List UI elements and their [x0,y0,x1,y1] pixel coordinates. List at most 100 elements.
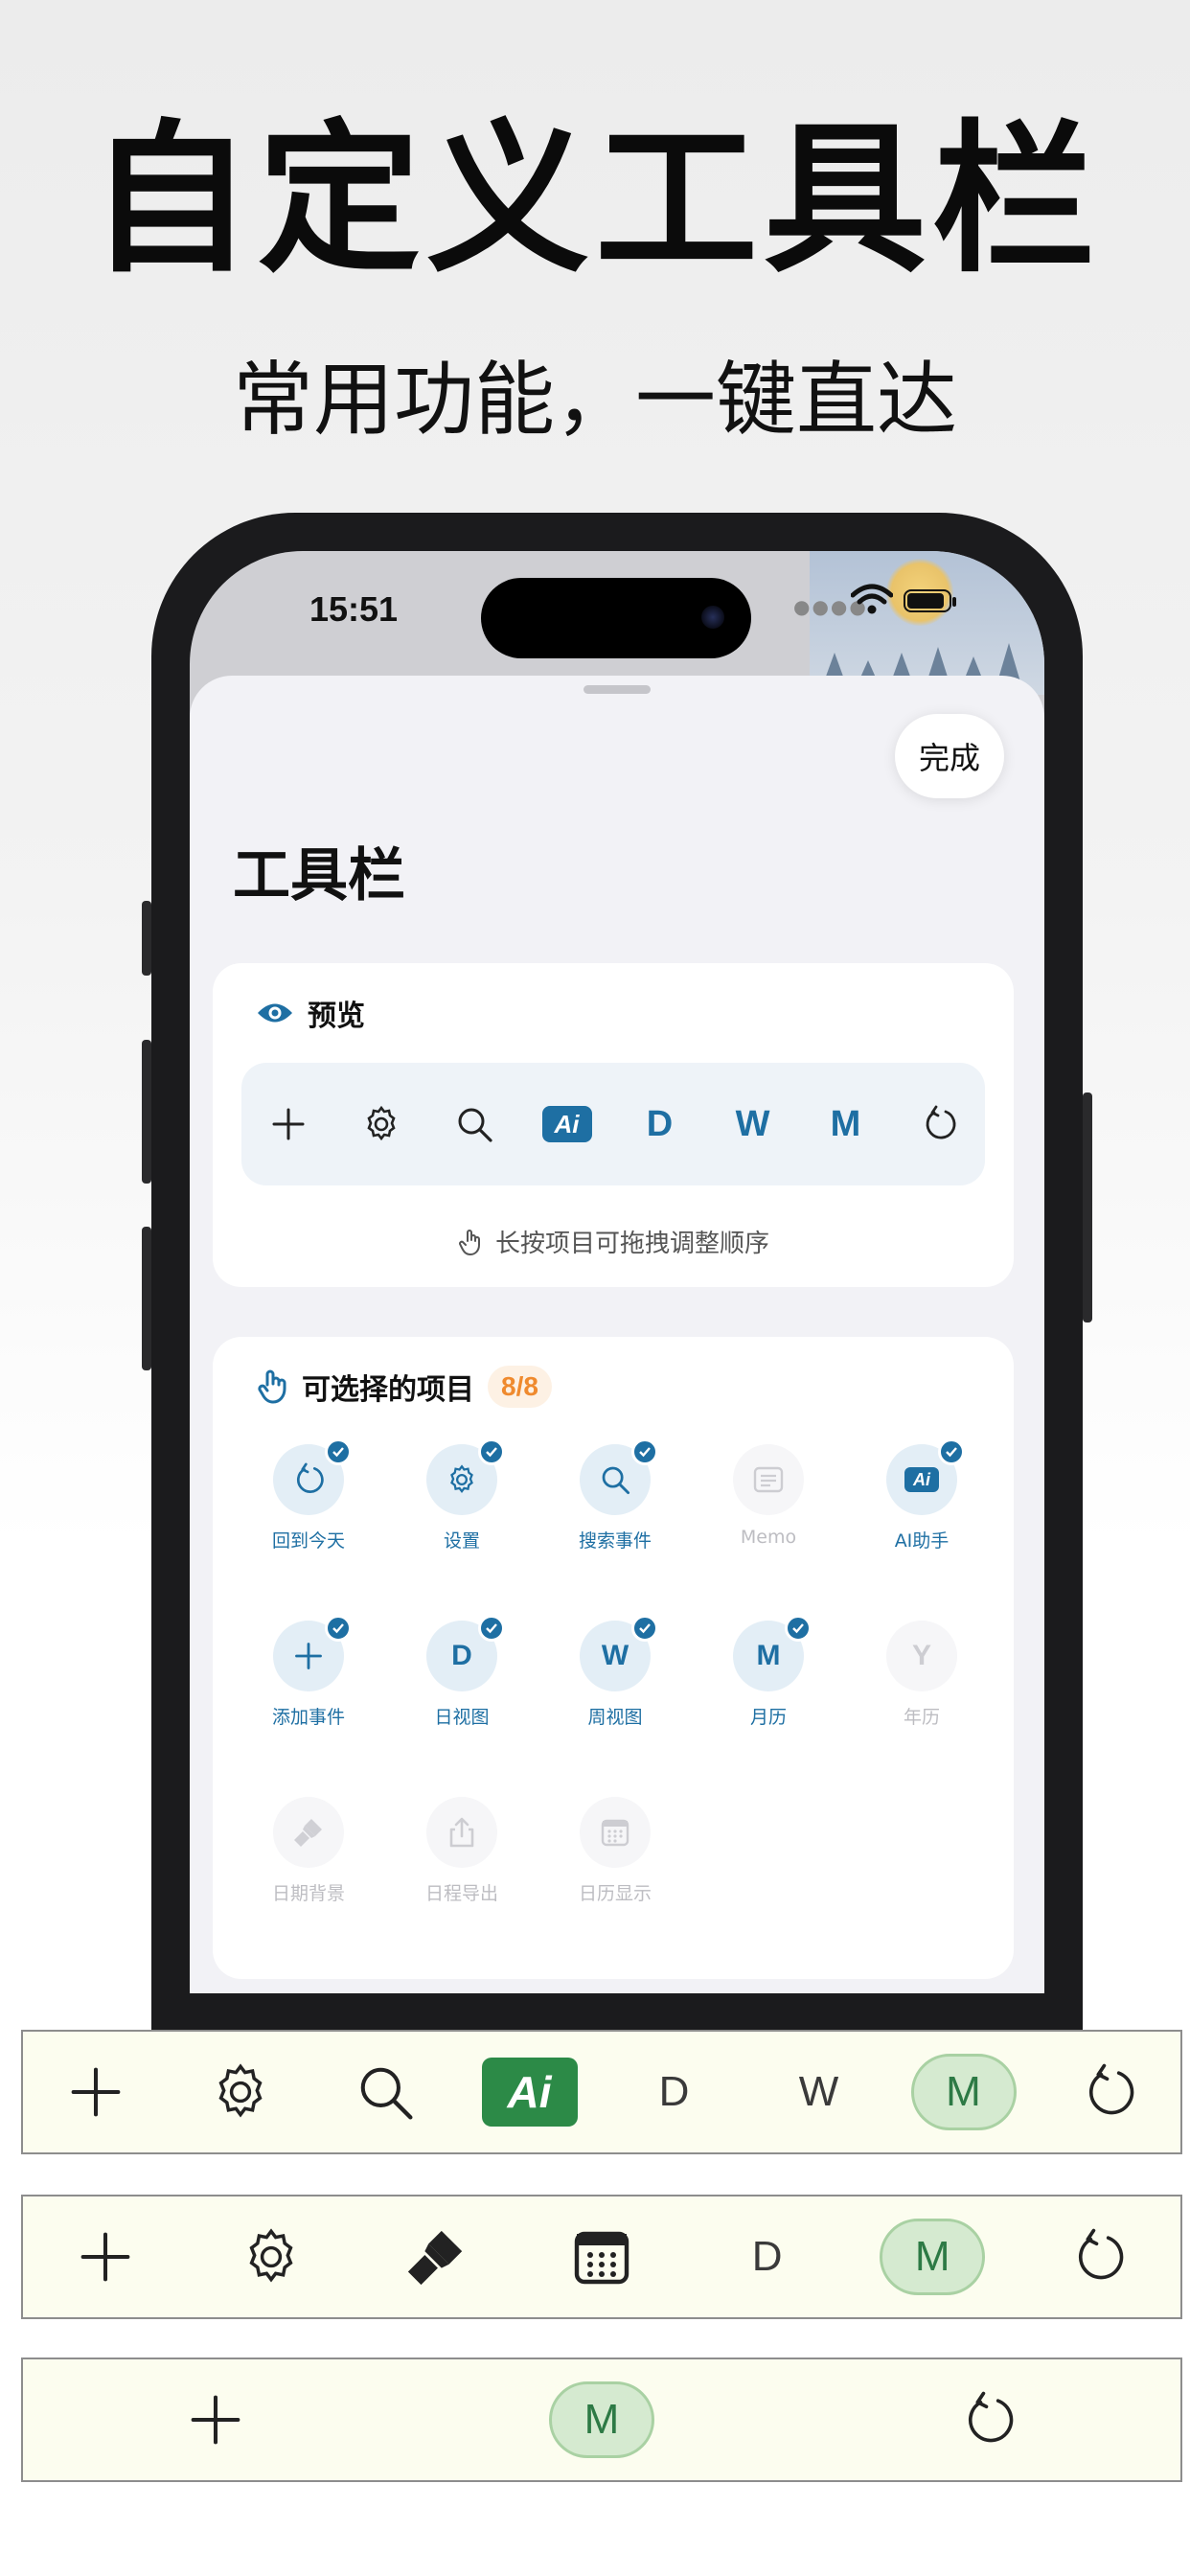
sample-calendar-item[interactable] [519,2196,685,2317]
sheet-grabber[interactable] [584,685,651,694]
preview-day-item[interactable]: D [613,1063,706,1185]
sample-week-item[interactable]: W [746,2032,891,2152]
option-label: 年历 [903,1707,940,1728]
sample-day-item[interactable]: D [602,2032,746,2152]
option-memo[interactable]: Memo [692,1444,845,1621]
preview-header: 预览 [256,992,365,1034]
search-icon [602,1466,630,1495]
option-label: 搜索事件 [578,1530,652,1552]
memo-icon [753,1466,784,1493]
sample-settings-item[interactable] [189,2196,355,2317]
volume-up-button [142,1040,151,1184]
option-month-view[interactable]: M 月历 [692,1615,845,1797]
done-button[interactable]: 完成 [895,714,1004,798]
today-icon [1078,2228,1124,2280]
option-date-background[interactable]: 日期背景 [232,1797,385,1973]
sample-search-item[interactable] [312,2032,457,2152]
today-icon [926,1105,955,1139]
sample-month-item[interactable]: M [409,2359,795,2480]
gear-icon [249,2228,293,2283]
sample-ai-item[interactable]: Ai [457,2032,602,2152]
preview-add-item[interactable] [241,1063,334,1185]
month-view-letter: M [946,2068,981,2115]
sample-month-item[interactable]: M [850,2196,1016,2317]
plus-icon [80,2232,130,2282]
volume-down-button [142,1227,151,1370]
day-view-letter: D [751,2233,783,2280]
month-view-letter: M [830,1103,861,1144]
checkmark-icon [478,1615,505,1642]
phone-screen: 15:51 ●●●● 完成 工具栏 预览 Ai D W M 长按项目可拖拽调整顺… [190,551,1044,1993]
wallpaper-thumbnail [810,551,1044,695]
drag-hint-text: 长按项目可拖拽调整顺序 [494,1230,769,1258]
sample-settings-item[interactable] [168,2032,312,2152]
option-export[interactable]: 日程导出 [385,1797,538,1973]
preview-toolbar: Ai D W M [241,1063,985,1185]
preview-today-item[interactable] [892,1063,985,1185]
option-search[interactable]: 搜索事件 [538,1438,692,1621]
preview-ai-item[interactable]: Ai [520,1063,613,1185]
today-icon [1088,2063,1133,2115]
option-label: Memo [740,1527,797,1548]
option-label: 日期背景 [271,1883,345,1904]
drag-hint: 长按项目可拖拽调整顺序 [213,1224,1014,1259]
preview-settings-item[interactable] [334,1063,427,1185]
dynamic-island [481,578,751,658]
sample-today-item[interactable] [1036,2032,1180,2152]
calendar-icon [574,2231,629,2285]
option-calendar-display[interactable]: 日历显示 [538,1797,692,1973]
preview-header-label: 预览 [308,1000,365,1033]
plus-icon [272,1108,304,1140]
option-today[interactable]: 回到今天 [232,1438,385,1621]
year-view-letter: Y [911,1640,931,1671]
preview-week-item[interactable]: W [706,1063,799,1185]
tap-hand-icon [258,1369,286,1404]
option-add-event[interactable]: 添加事件 [232,1615,385,1797]
options-header: 可选择的项目 8/8 [256,1366,552,1408]
option-ai[interactable]: Ai AI助手 [845,1438,998,1621]
selected-count-badge: 8/8 [488,1366,552,1408]
option-label: AI助手 [894,1530,950,1552]
ai-icon: Ai [541,1106,592,1142]
option-label: 回到今天 [271,1530,345,1552]
status-time: 15:51 [309,589,399,629]
hand-press-icon [458,1229,480,1255]
month-view-letter: M [914,2233,950,2280]
month-view-letter: M [584,2396,620,2443]
option-settings[interactable]: 设置 [385,1438,538,1621]
checkmark-icon [478,1438,505,1465]
sample-add-item[interactable] [23,2032,168,2152]
gear-icon [366,1105,396,1141]
option-label: 周视图 [587,1707,643,1728]
active-view-pill: M [910,2054,1017,2130]
preview-search-item[interactable] [427,1063,520,1185]
gear-icon [217,2063,263,2118]
preview-month-item[interactable]: M [799,1063,892,1185]
checkmark-icon [938,1438,965,1465]
sample-day-item[interactable]: D [684,2196,850,2317]
option-label: 日历显示 [578,1883,652,1904]
day-view-letter: D [658,2068,690,2115]
options-card: 可选择的项目 8/8 回到今天 设置 搜索事件 Memo Ai AI助手 添加事… [213,1337,1014,1979]
calendar-icon [601,1819,629,1847]
power-button [1083,1092,1092,1322]
sample-background-item[interactable] [354,2196,519,2317]
ai-icon: Ai [904,1467,939,1492]
option-label: 设置 [443,1530,480,1552]
checkmark-icon [325,1438,352,1465]
sample-today-item[interactable] [794,2359,1180,2480]
option-week-view[interactable]: W 周视图 [538,1615,692,1797]
option-year-view[interactable]: Y 年历 [845,1621,998,1797]
camera-icon [701,606,724,629]
sample-add-item[interactable] [23,2196,189,2317]
sample-today-item[interactable] [1015,2196,1180,2317]
sample-month-item[interactable]: M [891,2032,1036,2152]
search-icon [360,2067,413,2120]
promo-headline: 自定义工具栏 [88,105,1101,295]
option-day-view[interactable]: D 日视图 [385,1615,538,1797]
checkmark-icon [631,1438,658,1465]
today-icon [297,1462,324,1493]
sample-add-item[interactable] [23,2359,409,2480]
options-grid: 回到今天 设置 搜索事件 Memo Ai AI助手 添加事件 D 日视图 W 周… [232,1438,998,1973]
month-view-letter: M [756,1640,781,1671]
